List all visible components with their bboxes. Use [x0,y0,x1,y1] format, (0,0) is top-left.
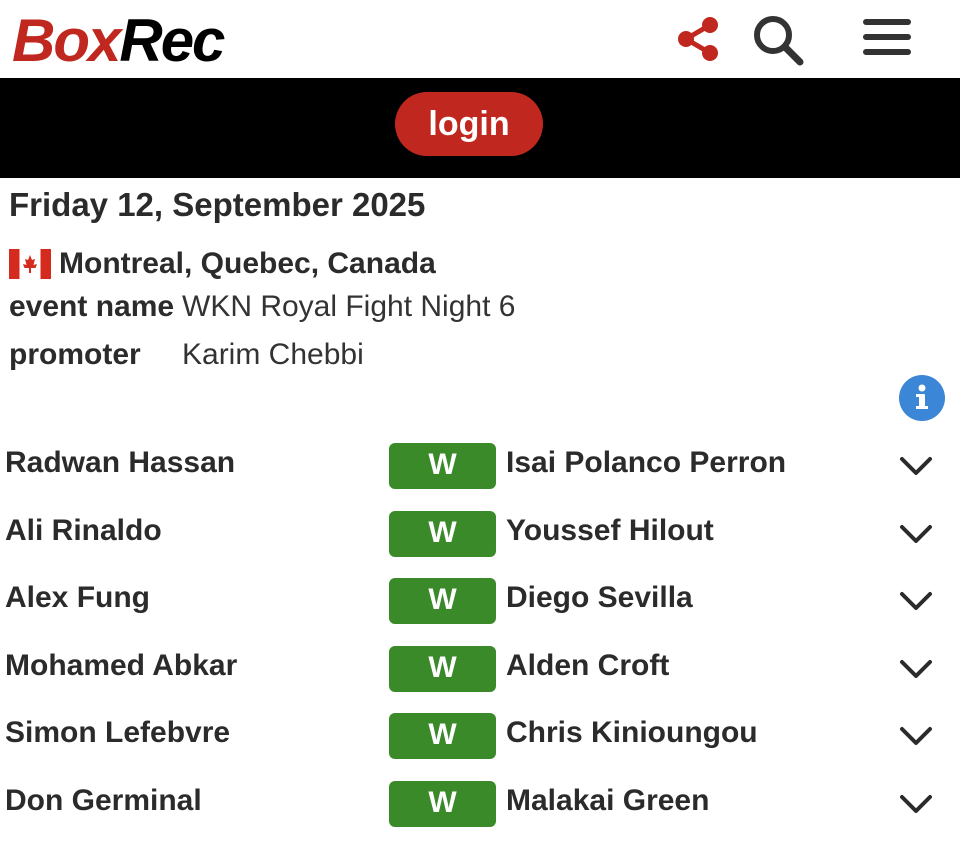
win-badge: W [389,645,496,692]
bout-row[interactable]: Mohamed Abkar W Alden Croft [0,635,960,703]
win-badge: W [389,780,496,827]
login-bar: login [0,78,960,178]
share-icon[interactable] [672,12,726,66]
login-button[interactable]: login [395,92,543,156]
location-text[interactable]: Montreal, Quebec, Canada [59,247,436,281]
search-icon[interactable] [750,12,804,66]
event-date: Friday 12, September 2025 [9,186,426,223]
win-badge: W [389,713,496,759]
event-location: Montreal, Quebec, Canada [9,244,436,284]
chevron-down-icon[interactable] [898,720,934,752]
fighter-1-name[interactable]: Simon Lefebvre [5,716,230,750]
chevron-down-icon[interactable] [898,518,934,550]
fighter-2-name[interactable]: Malakai Green [506,784,709,818]
promoter-value[interactable]: Karim Chebbi [182,338,364,372]
fighter-2-name[interactable]: Diego Sevilla [506,581,693,615]
event-name-label: event name [9,290,175,323]
win-badge: W [389,510,496,557]
fighter-2-name[interactable]: Youssef Hilout [506,514,714,548]
fighter-1-name[interactable]: Mohamed Abkar [5,649,237,683]
bouts-list: Radwan Hassan W Isai Polanco Perron Ali … [0,432,960,837]
info-icon[interactable] [899,375,945,421]
promoter-label: promoter [9,338,141,371]
fighter-2-name[interactable]: Chris Kinioungou [506,716,758,750]
fighter-1-name[interactable]: Alex Fung [5,581,150,615]
bout-row[interactable]: Alex Fung W Diego Sevilla [0,567,960,635]
win-badge: W [389,443,496,489]
chevron-down-icon[interactable] [898,450,934,482]
boxrec-logo[interactable]: BoxRec [12,6,225,76]
win-badge: W [389,578,496,624]
bout-row[interactable]: Ali Rinaldo W Youssef Hilout [0,500,960,568]
fighter-1-name[interactable]: Ali Rinaldo [5,514,162,548]
hamburger-menu-icon[interactable] [860,12,914,66]
fighter-2-name[interactable]: Isai Polanco Perron [506,446,786,480]
event-name-value: WKN Royal Fight Night 6 [182,290,516,323]
chevron-down-icon[interactable] [898,585,934,617]
chevron-down-icon[interactable] [898,788,934,820]
bout-row[interactable]: Simon Lefebvre W Chris Kinioungou [0,702,960,770]
fighter-1-name[interactable]: Radwan Hassan [5,446,235,480]
chevron-down-icon[interactable] [898,653,934,685]
site-header: BoxRec [0,0,960,78]
bout-row[interactable]: Don Germinal W Malakai Green [0,770,960,838]
fighter-1-name[interactable]: Don Germinal [5,784,202,818]
canada-flag-icon [9,249,51,279]
fighter-2-name[interactable]: Alden Croft [506,649,669,683]
bout-row[interactable]: Radwan Hassan W Isai Polanco Perron [0,432,960,500]
